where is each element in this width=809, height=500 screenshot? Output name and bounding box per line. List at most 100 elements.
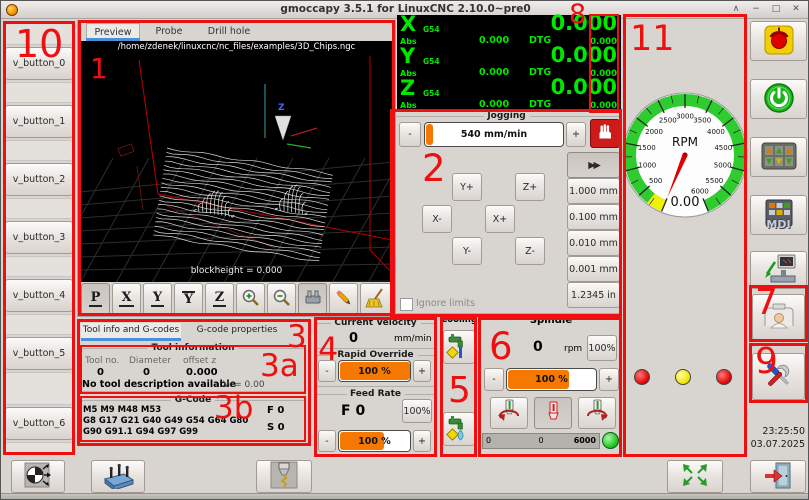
tab-tool-info[interactable]: Tool info and G-codes — [81, 323, 181, 338]
tool-measure-icon — [269, 460, 299, 493]
mdi-mode-button[interactable]: MDI — [750, 195, 807, 235]
ignore-limits-checkbox[interactable] — [400, 298, 413, 311]
jog-increment-0001mm[interactable]: 0.001 mm — [567, 256, 620, 282]
dtg-label: DTG — [529, 67, 551, 78]
exit-door-icon — [763, 460, 793, 493]
zoom-in-button[interactable] — [236, 283, 265, 315]
jog-x-plus-button[interactable]: X+ — [485, 205, 515, 233]
jog-speed-plus-button[interactable]: + — [566, 122, 586, 147]
jog-x-minus-button[interactable]: X- — [422, 205, 452, 233]
rpm-gauge-value: 0.00 — [623, 195, 747, 210]
diameter-value: 0 — [143, 367, 150, 378]
close-window-icon[interactable]: ✕ — [788, 3, 804, 16]
sidebar-spacer — [5, 198, 73, 219]
view-z-button[interactable]: Z — [205, 283, 234, 315]
x-view-icon: X — [119, 291, 133, 307]
view-y-button[interactable]: Y — [143, 283, 172, 315]
sidebar-v-button-3[interactable]: v_button_3 — [5, 221, 73, 254]
sidebar-v-button-4[interactable]: v_button_4 — [5, 279, 73, 312]
minimize-window-icon[interactable]: − — [748, 3, 764, 16]
flood-coolant-button[interactable] — [443, 330, 475, 364]
view-y2-button[interactable]: Y — [174, 283, 203, 315]
gmoccapy-window: gmoccapy 3.5.1 for LinuxCNC 2.10.0~pre0 … — [0, 0, 809, 500]
dro-display[interactable]: X G54 Abs 0.000 DTG 0.000 0.000 Y G54 Ab… — [397, 15, 621, 112]
mdi-keypad-icon: MDI — [762, 199, 796, 231]
rapid-override-slider[interactable]: 100 % — [338, 360, 411, 382]
jog-y-plus-button[interactable]: Y+ — [452, 173, 482, 201]
rapid-plus-button[interactable]: + — [413, 360, 431, 382]
sidebar-v-button-1[interactable]: v_button_1 — [5, 105, 73, 138]
edit-gcode-button[interactable] — [329, 283, 358, 315]
main-position-value: 0.000 — [551, 11, 617, 35]
sidebar-spacer — [5, 442, 73, 454]
dtg-label: DTG — [529, 35, 551, 46]
spindle-reset-button[interactable]: 100% — [587, 335, 617, 361]
jog-speed-slider-handle[interactable] — [426, 124, 433, 145]
manual-mode-button[interactable] — [750, 137, 807, 177]
maximize-window-icon[interactable]: □ — [768, 3, 784, 16]
status-led-middle — [675, 369, 691, 385]
sidebar-v-button-5[interactable]: v_button_5 — [5, 337, 73, 370]
broom-icon — [365, 287, 387, 312]
shade-window-icon[interactable]: ∧ — [728, 3, 744, 16]
jog-increment-continuous[interactable]: ▶▶ — [567, 152, 620, 178]
spindle-minus-button[interactable]: - — [484, 368, 504, 391]
window-bottom-edge — [1, 493, 809, 500]
coord-system: G54 — [423, 89, 440, 98]
feed-plus-button[interactable]: + — [413, 430, 431, 452]
jog-z-plus-button[interactable]: Z+ — [515, 173, 545, 201]
jog-z-minus-button[interactable]: Z- — [515, 237, 545, 265]
y-view-icon: Y — [151, 291, 164, 307]
clear-plot-button[interactable] — [360, 283, 392, 315]
feed-minus-button[interactable]: - — [318, 430, 336, 452]
tools-icon — [761, 357, 797, 396]
jog-increment-inch[interactable]: 1.2345 in — [567, 282, 620, 308]
vc-value: Vc= 0.00 — [223, 380, 265, 390]
settings-button[interactable] — [752, 353, 805, 400]
blockheight-label: blockheight = 0.000 — [79, 266, 394, 278]
sidebar-v-button-0[interactable]: v_button_0 — [5, 47, 73, 80]
spindle-ccw-button[interactable] — [490, 397, 528, 429]
jog-increment-1mm[interactable]: 1.000 mm — [567, 178, 620, 204]
jog-y-minus-button[interactable]: Y- — [452, 237, 482, 265]
rapid-minus-button[interactable]: - — [318, 360, 336, 382]
sidebar-spacer — [5, 314, 73, 335]
sidebar-v-button-6[interactable]: v_button_6 — [5, 407, 73, 440]
spindle-cw-button[interactable] — [578, 397, 616, 429]
toggle-dimensions-button[interactable] — [298, 283, 327, 315]
tool-measure-button[interactable] — [256, 460, 312, 493]
spindle-stop-button[interactable] — [534, 397, 572, 429]
tab-drill-hole[interactable]: Drill hole — [200, 23, 258, 39]
touch-off-button[interactable] — [11, 460, 65, 493]
tab-probe[interactable]: Probe — [148, 23, 190, 39]
sidebar-v-button-2[interactable]: v_button_2 — [5, 163, 73, 196]
view-perspective-button[interactable]: P — [81, 283, 110, 315]
setup-mode-button[interactable] — [750, 251, 807, 289]
machine-on-button[interactable] — [750, 79, 807, 119]
zoom-out-button[interactable] — [267, 283, 296, 315]
user-tabs-button[interactable] — [752, 294, 805, 340]
view-x-button[interactable]: X — [112, 283, 141, 315]
hand-jog-mode-button[interactable] — [590, 119, 620, 148]
touch-plate-button[interactable] — [91, 460, 145, 493]
tab-gcode-properties[interactable]: G-code properties — [191, 323, 283, 338]
spindle-override-slider[interactable]: 100 % — [506, 368, 597, 391]
gremlin-3d-preview[interactable]: Z — [79, 54, 394, 282]
feed-rate-slider[interactable]: 100 % — [338, 430, 411, 452]
tool-information-title: Tool information — [148, 343, 239, 353]
jog-speed-slider[interactable]: 540 mm/min — [424, 122, 564, 147]
zoom-in-icon — [240, 287, 262, 312]
spindle-plus-button[interactable]: + — [599, 368, 619, 391]
exit-button[interactable] — [750, 460, 806, 493]
jog-increment-01mm[interactable]: 0.100 mm — [567, 204, 620, 230]
y-inverted-view-icon: Y — [182, 291, 195, 307]
mist-coolant-button[interactable] — [443, 412, 475, 446]
fullscreen-button[interactable] — [667, 460, 723, 493]
jog-speed-minus-button[interactable]: - — [399, 122, 421, 147]
annotation-label-5: 5 — [448, 373, 471, 409]
estop-button[interactable] — [750, 21, 807, 61]
status-led-left — [634, 369, 650, 385]
rpm-gauge-label: RPM — [623, 135, 747, 149]
jog-increment-001mm[interactable]: 0.010 mm — [567, 230, 620, 256]
feed-reset-button[interactable]: 100% — [402, 399, 432, 423]
